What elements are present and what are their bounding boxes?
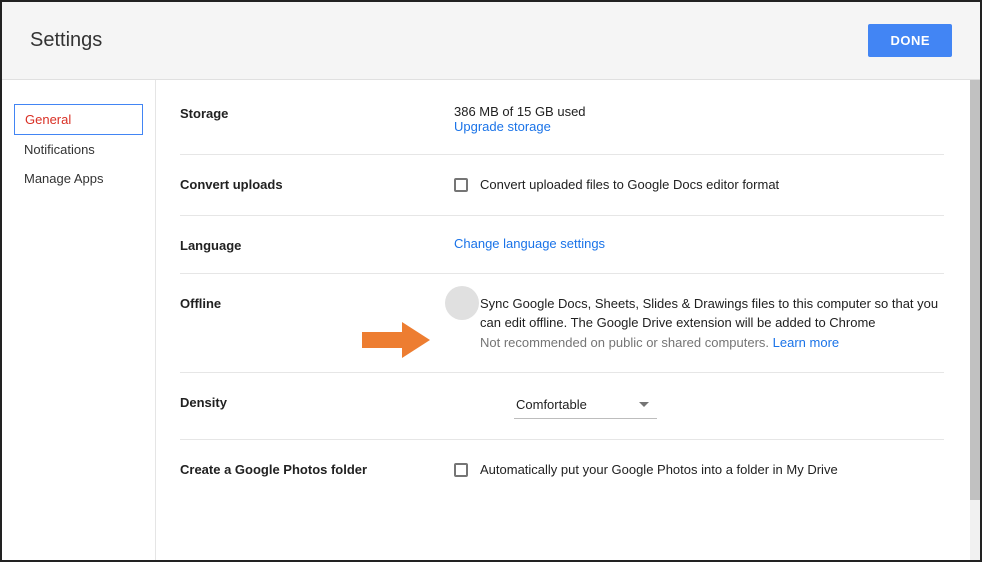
offline-learn-more-link[interactable]: Learn more: [773, 335, 839, 350]
dialog-body: General Notifications Manage Apps Storag…: [2, 80, 980, 560]
setting-label: Offline: [180, 294, 454, 353]
setting-label: Storage: [180, 104, 454, 134]
photos-folder-text: Automatically put your Google Photos int…: [480, 460, 838, 480]
density-value: Comfortable: [516, 397, 587, 412]
storage-usage: 386 MB of 15 GB used: [454, 104, 944, 119]
sidebar: General Notifications Manage Apps: [2, 80, 156, 560]
setting-row-offline: Offline Sync Google Docs, Sheets, Slides…: [180, 274, 944, 374]
dialog-header: Settings DONE: [2, 2, 980, 80]
setting-label: Language: [180, 236, 454, 253]
sidebar-item-label: Manage Apps: [24, 171, 104, 186]
offline-note: Not recommended on public or shared comp…: [480, 335, 773, 350]
setting-row-storage: Storage 386 MB of 15 GB used Upgrade sto…: [180, 96, 944, 155]
setting-row-convert: Convert uploads Convert uploaded files t…: [180, 155, 944, 216]
setting-label: Density: [180, 393, 454, 419]
setting-value: Sync Google Docs, Sheets, Slides & Drawi…: [454, 294, 944, 353]
done-button[interactable]: DONE: [868, 24, 952, 57]
sidebar-item-label: General: [25, 112, 71, 127]
setting-value: Convert uploaded files to Google Docs ed…: [454, 175, 944, 195]
upgrade-storage-link[interactable]: Upgrade storage: [454, 119, 551, 134]
dialog-title: Settings: [30, 29, 102, 52]
photos-folder-checkbox[interactable]: [454, 463, 468, 477]
sidebar-item-general[interactable]: General: [14, 104, 143, 135]
setting-row-photos: Create a Google Photos folder Automatica…: [180, 440, 944, 500]
sidebar-item-notifications[interactable]: Notifications: [2, 135, 155, 164]
setting-value: Change language settings: [454, 236, 944, 253]
sidebar-item-label: Notifications: [24, 142, 95, 157]
checkbox-focus-ring: [445, 286, 479, 320]
density-select[interactable]: Comfortable: [514, 393, 657, 419]
scrollbar-thumb[interactable]: [970, 80, 980, 500]
setting-value: Automatically put your Google Photos int…: [454, 460, 944, 480]
setting-label: Convert uploads: [180, 175, 454, 195]
setting-value: Comfortable: [454, 393, 944, 419]
settings-content: Storage 386 MB of 15 GB used Upgrade sto…: [156, 80, 980, 560]
offline-sync-text: Sync Google Docs, Sheets, Slides & Drawi…: [480, 296, 938, 331]
setting-row-language: Language Change language settings: [180, 216, 944, 274]
convert-uploads-checkbox[interactable]: [454, 178, 468, 192]
offline-text-block: Sync Google Docs, Sheets, Slides & Drawi…: [480, 294, 944, 353]
setting-label: Create a Google Photos folder: [180, 460, 454, 480]
setting-row-density: Density Comfortable: [180, 373, 944, 440]
sidebar-item-manage-apps[interactable]: Manage Apps: [2, 164, 155, 193]
change-language-link[interactable]: Change language settings: [454, 236, 605, 251]
chevron-down-icon: [639, 402, 649, 407]
setting-value: 386 MB of 15 GB used Upgrade storage: [454, 104, 944, 134]
offline-sync-checkbox[interactable]: [454, 295, 468, 309]
convert-uploads-text: Convert uploaded files to Google Docs ed…: [480, 175, 779, 195]
